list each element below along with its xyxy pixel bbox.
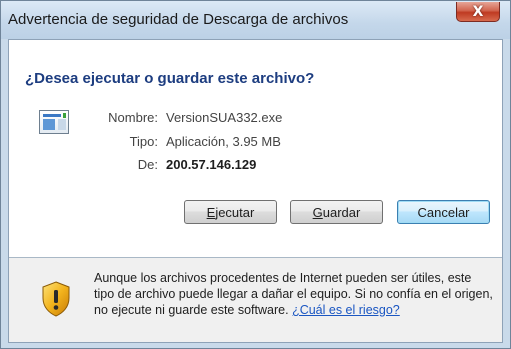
close-button[interactable]: X bbox=[456, 2, 500, 22]
name-label: Nombre: bbox=[108, 110, 158, 125]
save-mnemonic: G bbox=[312, 204, 323, 220]
dialog-question: ¿Desea ejecutar o guardar este archivo? bbox=[25, 70, 315, 87]
save-label: uardar bbox=[322, 204, 361, 220]
download-warning-dialog: Advertencia de seguridad de Descarga de … bbox=[0, 0, 511, 349]
window-title: Advertencia de seguridad de Descarga de … bbox=[8, 11, 349, 28]
source-value: 200.57.146.129 bbox=[166, 157, 257, 172]
cancel-button[interactable]: Cancelar bbox=[397, 200, 490, 224]
warning-message: Aunque los archivos procedentes de Inter… bbox=[94, 270, 494, 318]
dialog-content: ¿Desea ejecutar o guardar este archivo? … bbox=[8, 39, 503, 343]
run-mnemonic: E bbox=[206, 204, 216, 220]
type-label: Tipo: bbox=[129, 134, 158, 149]
file-type-value: Aplicación, 3.95 MB bbox=[166, 134, 281, 149]
warning-panel: Aunque los archivos procedentes de Inter… bbox=[9, 258, 502, 342]
source-label: De: bbox=[137, 157, 158, 172]
save-button[interactable]: Guardar bbox=[290, 200, 383, 224]
security-shield-warning-icon bbox=[42, 281, 70, 317]
run-label: jecutar bbox=[215, 204, 255, 220]
title-bar[interactable]: Advertencia de seguridad de Descarga de … bbox=[1, 1, 510, 39]
risk-link[interactable]: ¿Cuál es el riesgo? bbox=[292, 303, 400, 317]
close-icon: X bbox=[472, 3, 484, 20]
file-name-value: VersionSUA332.exe bbox=[166, 110, 283, 125]
run-button[interactable]: Ejecutar bbox=[184, 200, 277, 224]
